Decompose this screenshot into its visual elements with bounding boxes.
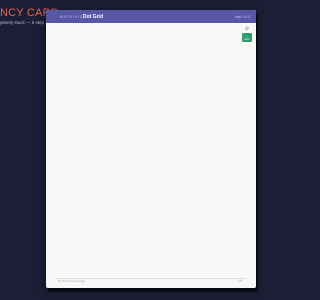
footer-hint: hit Next for more help <box>58 279 85 283</box>
footer-page-count: 1/5 <box>238 279 242 283</box>
card-header: MATRIX·Q › Dot Grid step 1 of 5 <box>46 10 256 23</box>
brand-label: MATRIX·Q <box>60 14 84 19</box>
next-button-label: Next <box>244 37 250 41</box>
step-indicator: step 1 of 5 <box>235 14 250 19</box>
card-title: Dot Grid <box>83 13 103 20</box>
next-button[interactable]: → Next <box>242 33 252 42</box>
gear-icon[interactable]: ⚙ <box>243 26 251 32</box>
breadcrumb-separator: › <box>78 14 80 19</box>
background-subtitle: pletely stuck — 5 step <box>0 20 45 25</box>
help-card: MATRIX·Q › Dot Grid step 1 of 5 ⚙ → Next… <box>46 10 256 288</box>
